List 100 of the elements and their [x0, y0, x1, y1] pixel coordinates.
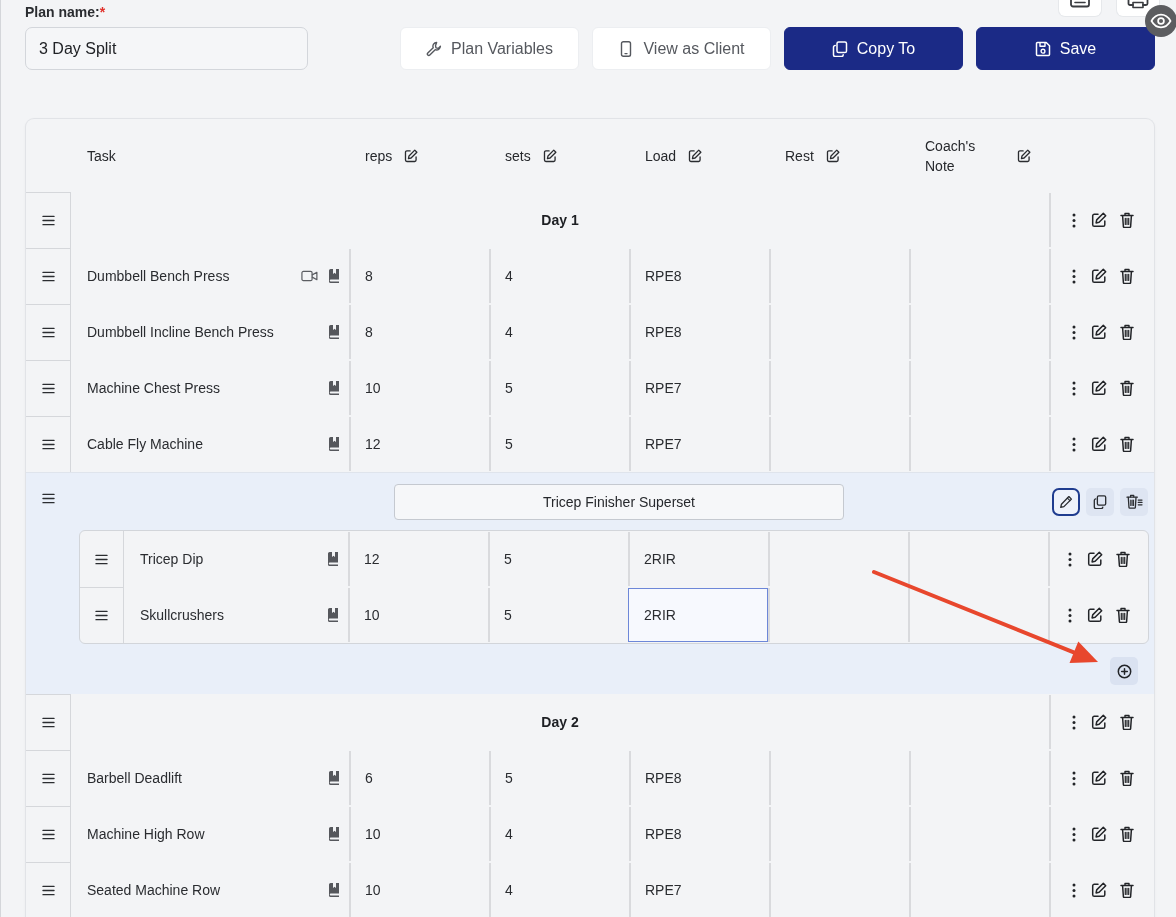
- drag-handle[interactable]: [80, 587, 124, 643]
- table-cell[interactable]: RPE8: [629, 807, 769, 861]
- edit-icon[interactable]: [542, 148, 557, 163]
- video-camera-icon[interactable]: [301, 270, 318, 282]
- pencil-icon: [1059, 494, 1073, 509]
- trash-icon[interactable]: [1119, 268, 1134, 284]
- kebab-menu-icon[interactable]: [1071, 380, 1076, 396]
- book-icon[interactable]: [328, 827, 340, 841]
- table-cell[interactable]: RPE7: [629, 863, 769, 917]
- drag-handle[interactable]: [26, 806, 71, 862]
- hamburger-icon: [41, 829, 55, 840]
- table-cell[interactable]: 4: [489, 305, 629, 359]
- trash-icon[interactable]: [1119, 436, 1134, 452]
- table-cell[interactable]: 10: [349, 361, 489, 415]
- edit-icon[interactable]: [1090, 212, 1107, 228]
- book-icon[interactable]: [328, 325, 340, 339]
- primary-button[interactable]: Copy To: [784, 27, 963, 70]
- hamburger-icon[interactable]: [42, 493, 55, 504]
- column-header: sets: [505, 146, 531, 166]
- hamburger-icon: [41, 717, 55, 728]
- drag-handle[interactable]: [26, 694, 71, 750]
- edit-icon[interactable]: [1090, 380, 1107, 396]
- task-name: Barbell Deadlift: [87, 770, 183, 786]
- kebab-menu-icon[interactable]: [1071, 826, 1076, 842]
- delete-button[interactable]: [1120, 487, 1148, 516]
- edit-icon[interactable]: [1017, 148, 1031, 163]
- table-cell[interactable]: RPE8: [629, 249, 769, 303]
- table-cell[interactable]: 4: [489, 863, 629, 917]
- edit-icon[interactable]: [1090, 324, 1107, 340]
- kebab-menu-icon[interactable]: [1071, 268, 1076, 284]
- table-cell[interactable]: 4: [489, 249, 629, 303]
- copy-button[interactable]: [1086, 487, 1114, 516]
- table-cell[interactable]: RPE7: [629, 361, 769, 415]
- kebab-menu-icon[interactable]: [1071, 212, 1076, 228]
- table-cell[interactable]: RPE8: [629, 751, 769, 805]
- book-icon[interactable]: [328, 437, 340, 451]
- drag-handle[interactable]: [26, 360, 71, 416]
- trash-icon[interactable]: [1119, 212, 1134, 228]
- edit-icon[interactable]: [688, 148, 703, 163]
- book-icon[interactable]: [328, 883, 340, 897]
- edit-icon[interactable]: [1087, 607, 1103, 623]
- edit-icon[interactable]: [1090, 882, 1107, 898]
- book-icon[interactable]: [328, 771, 340, 785]
- trash-icon[interactable]: [1119, 826, 1134, 842]
- edit-icon[interactable]: [1090, 714, 1107, 730]
- table-cell[interactable]: 2RIR: [628, 532, 768, 586]
- edit-button[interactable]: [1052, 487, 1080, 516]
- drag-handle[interactable]: [26, 304, 71, 360]
- hamburger-icon: [41, 773, 55, 784]
- edit-icon[interactable]: [1090, 826, 1107, 842]
- table-cell[interactable]: 5: [489, 361, 629, 415]
- trash-icon[interactable]: [1116, 607, 1130, 623]
- table-cell[interactable]: 8: [349, 249, 489, 303]
- trash-icon[interactable]: [1119, 714, 1134, 730]
- primary-button[interactable]: Save: [976, 27, 1155, 70]
- kebab-menu-icon[interactable]: [1071, 770, 1076, 786]
- add-button[interactable]: [1110, 657, 1138, 685]
- kebab-menu-icon[interactable]: [1071, 436, 1076, 452]
- book-icon[interactable]: [327, 552, 339, 566]
- drag-handle[interactable]: [26, 750, 71, 806]
- secondary-button[interactable]: Plan Variables: [400, 27, 579, 70]
- table-cell[interactable]: 5: [489, 751, 629, 805]
- table-cell[interactable]: RPE8: [629, 305, 769, 359]
- eye-icon[interactable]: [1145, 5, 1176, 37]
- trash-icon[interactable]: [1119, 770, 1134, 786]
- edit-icon[interactable]: [1090, 436, 1107, 452]
- edit-icon[interactable]: [1090, 268, 1107, 284]
- trash-icon[interactable]: [1119, 882, 1134, 898]
- table-cell[interactable]: 8: [349, 305, 489, 359]
- kebab-menu-icon[interactable]: [1071, 714, 1076, 730]
- table-cell[interactable]: 10: [349, 863, 489, 917]
- kebab-menu-icon[interactable]: [1071, 882, 1076, 898]
- edit-icon[interactable]: [825, 148, 840, 163]
- icon-button[interactable]: [1058, 0, 1102, 17]
- edit-icon[interactable]: [404, 148, 419, 163]
- book-icon[interactable]: [327, 608, 339, 622]
- trash-icon[interactable]: [1116, 551, 1130, 567]
- table-cell[interactable]: 5: [488, 532, 628, 586]
- table-cell[interactable]: 12: [348, 532, 488, 586]
- table-cell[interactable]: 10: [348, 588, 488, 642]
- plan-name-field[interactable]: 3 Day Split: [25, 27, 308, 70]
- drag-handle[interactable]: [26, 862, 71, 917]
- table-cell[interactable]: 2RIR: [628, 588, 768, 642]
- trash-icon[interactable]: [1119, 324, 1134, 340]
- table-cell[interactable]: 10: [349, 807, 489, 861]
- book-icon[interactable]: [328, 269, 340, 283]
- edit-icon[interactable]: [1087, 551, 1103, 567]
- kebab-menu-icon[interactable]: [1068, 551, 1072, 567]
- table-cell[interactable]: 6: [349, 751, 489, 805]
- secondary-button[interactable]: View as Client: [592, 27, 771, 70]
- drag-handle[interactable]: [26, 192, 71, 248]
- kebab-menu-icon[interactable]: [1068, 607, 1072, 623]
- drag-handle[interactable]: [26, 248, 71, 304]
- edit-icon[interactable]: [1090, 770, 1107, 786]
- book-icon[interactable]: [328, 381, 340, 395]
- kebab-menu-icon[interactable]: [1071, 324, 1076, 340]
- trash-icon[interactable]: [1119, 380, 1134, 396]
- task-name: Dumbbell Bench Press: [87, 268, 231, 284]
- table-cell[interactable]: 4: [489, 807, 629, 861]
- superset-name-field[interactable]: Tricep Finisher Superset: [394, 483, 844, 520]
